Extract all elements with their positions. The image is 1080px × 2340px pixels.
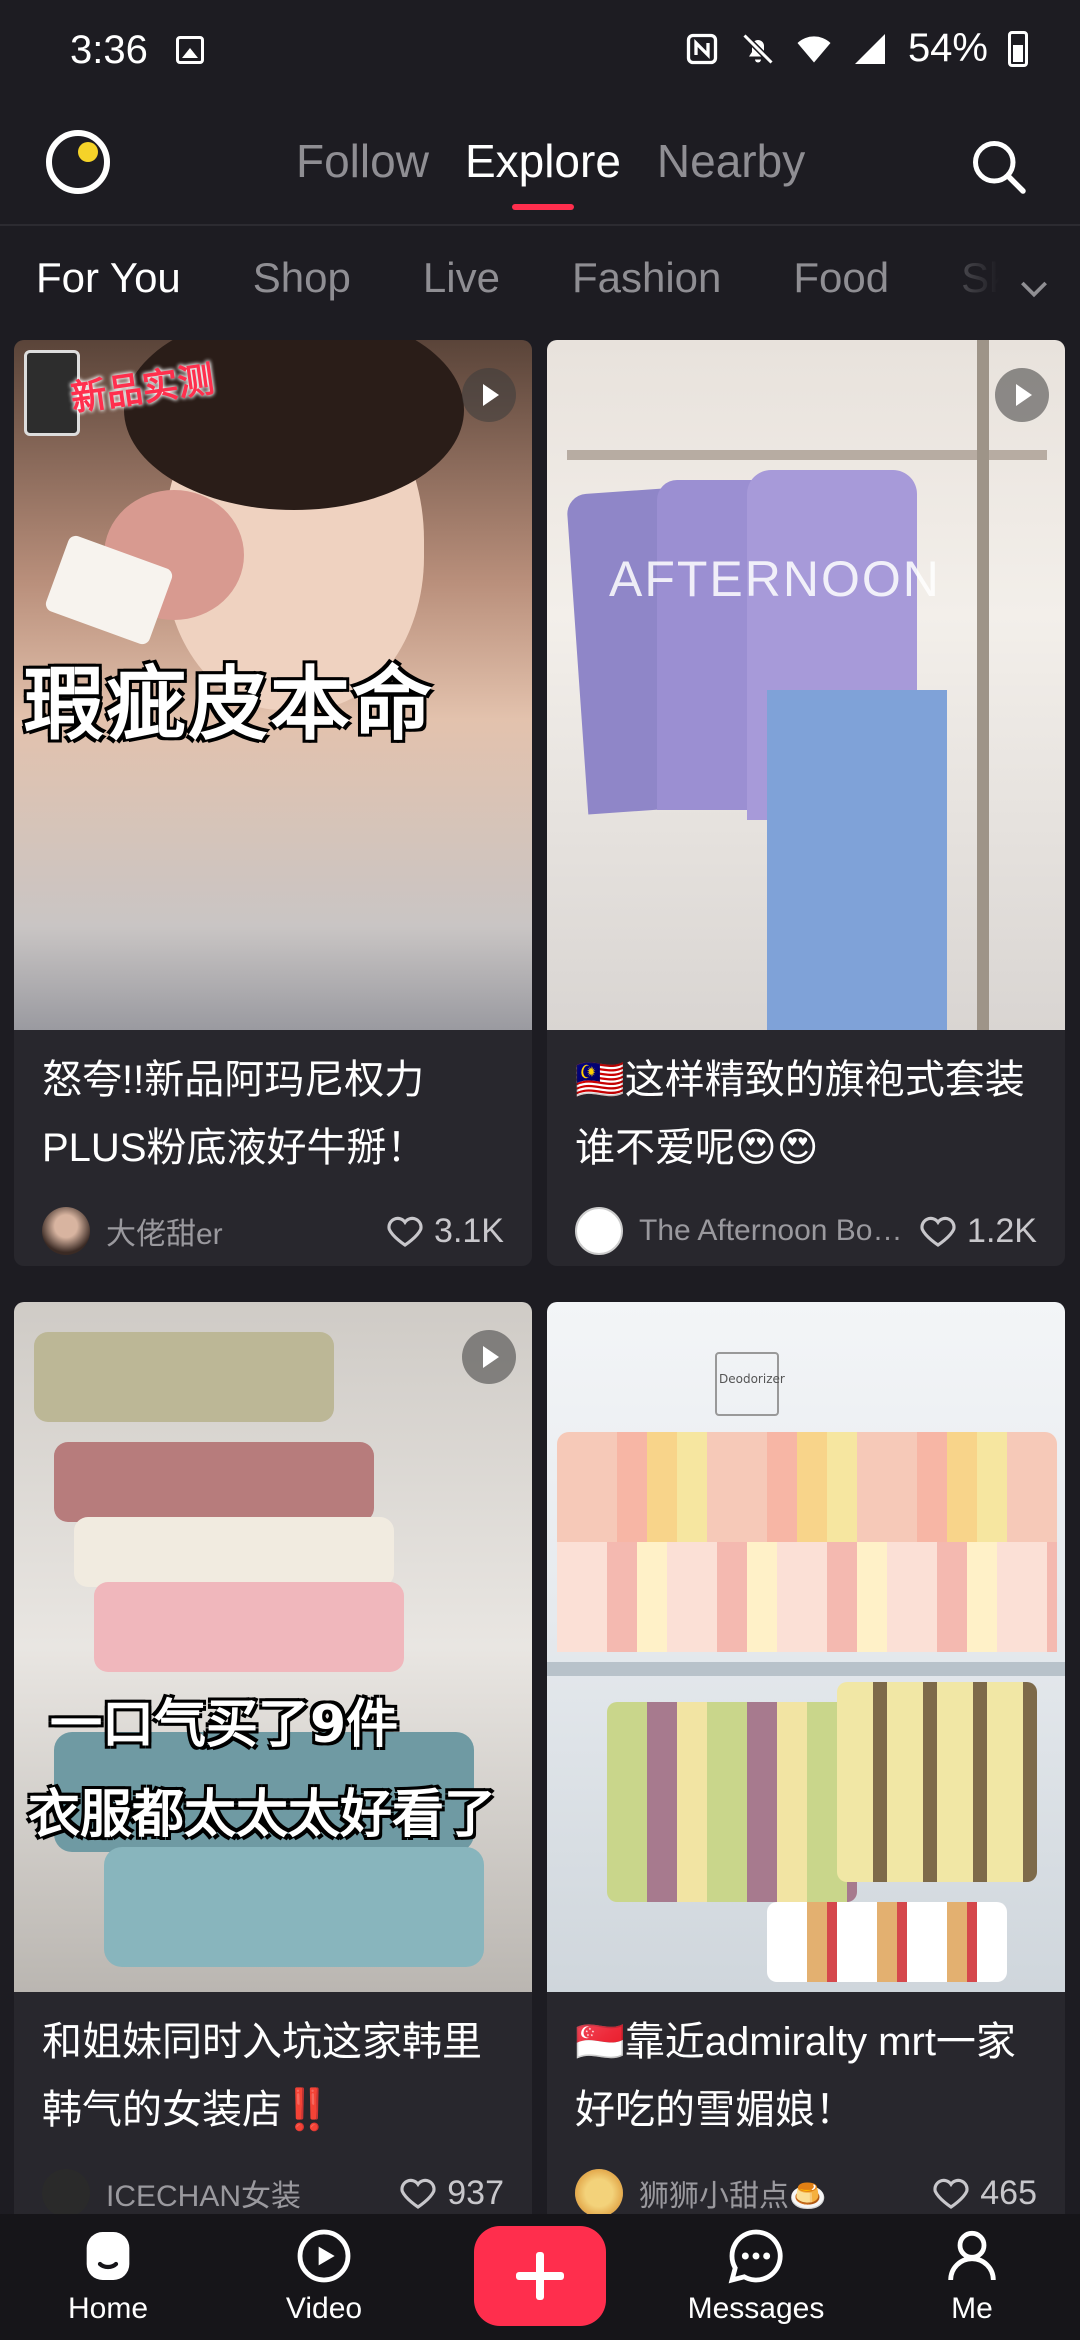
category-fashion[interactable]: Fashion [572,254,721,302]
like-button[interactable]: 3.1K [384,1210,504,1252]
category-shop[interactable]: Shop [253,254,351,302]
post-overlay-text: AFTERNOON [609,551,941,607]
avatar[interactable] [575,1207,623,1255]
category-bar: For You Shop Live Fashion Food Sk [0,254,1080,324]
avatar[interactable] [42,2169,90,2214]
post-title[interactable]: 🇲🇾这样精致的旗袍式套装谁不爱呢😍😍 [547,1030,1065,1182]
video-play-icon [462,1330,516,1384]
like-count: 465 [980,2173,1037,2212]
nav-divider [0,224,1080,226]
post-author[interactable]: 大佬甜er [106,1209,372,1253]
heart-icon [387,1216,423,1247]
chevron-down-icon[interactable] [1014,268,1054,308]
nav-home-label: Home [67,2292,149,2325]
category-for-you[interactable]: For You [36,254,181,302]
post-card[interactable]: AFTERNOON 🇲🇾这样精致的旗袍式套装谁不爱呢😍😍 The Afterno… [547,340,1065,1266]
post-thumbnail[interactable]: Deodorizer [547,1302,1065,1992]
post-overlay-text-2: 衣服都太太太好看了 [28,1785,497,1845]
heart-icon [933,2178,969,2209]
image-notification-icon [176,36,204,64]
nav-home[interactable]: Home [38,2224,178,2326]
chat-bubble-icon [728,2229,783,2284]
heart-icon [920,1216,956,1247]
nfc-icon [686,33,718,64]
home-icon [86,2232,130,2280]
post-meta: 大佬甜er 3.1K [14,1182,532,1266]
post-feed: 新品实测 瑕疵皮本命 怒夸!!新品阿玛尼权力PLUS粉底液好牛掰！ 大佬甜er … [0,340,1080,2214]
video-icon [297,2229,351,2283]
post-overlay-text-2: 瑕疵皮本命 [24,658,434,751]
post-meta: ICECHAN女装 937 [14,2144,532,2214]
avatar[interactable] [575,2169,623,2214]
nav-me[interactable]: Me [902,2224,1042,2326]
post-card[interactable]: 新品实测 瑕疵皮本命 怒夸!!新品阿玛尼权力PLUS粉底液好牛掰！ 大佬甜er … [14,340,532,1266]
category-food[interactable]: Food [793,254,889,302]
post-meta: The Afternoon Bout... 1.2K [547,1182,1065,1266]
post-author[interactable]: The Afternoon Bout... [639,1214,905,1248]
like-count: 3.1K [434,1211,504,1250]
video-play-icon [462,368,516,422]
status-bar: 3:36 54% [0,0,1080,100]
mute-icon [742,32,774,65]
post-thumbnail[interactable]: 一口气买了9件 衣服都太太太好看了 [14,1302,532,1992]
post-title[interactable]: 和姐妹同时入坑这家韩里韩气的女装店‼️ [14,1992,532,2144]
post-title[interactable]: 怒夸!!新品阿玛尼权力PLUS粉底液好牛掰！ [14,1030,532,1182]
tab-follow[interactable]: Follow [296,134,429,188]
battery-percent: 54% [907,26,988,70]
like-button[interactable]: 465 [930,2172,1037,2214]
post-overlay-text: 一口气买了9件 [50,1695,399,1755]
post-card[interactable]: 一口气买了9件 衣服都太太太好看了 和姐妹同时入坑这家韩里韩气的女装店‼️ IC… [14,1302,532,2214]
nav-video-label: Video [285,2292,363,2325]
tab-explore[interactable]: Explore [465,134,621,210]
post-thumbnail[interactable]: 新品实测 瑕疵皮本命 [14,340,532,1030]
app-logo-icon[interactable] [46,130,110,194]
wifi-icon [797,35,831,62]
feed-tabs: Follow Explore Nearby [296,134,805,210]
profile-icon [948,2230,996,2281]
nav-messages[interactable]: Messages [686,2224,826,2326]
battery-icon [1008,30,1028,67]
bottom-nav: Home Video Messages Me [0,2214,1080,2340]
like-button[interactable]: 937 [397,2172,504,2214]
like-count: 1.2K [967,1211,1037,1250]
post-overlay-text: Deodorizer [719,1372,785,1386]
create-post-button[interactable] [474,2226,606,2326]
post-meta: 狮狮小甜点🍮 465 [547,2144,1065,2214]
signal-icon [854,33,885,64]
post-title[interactable]: 🇸🇬靠近admiralty mrt一家好吃的雪媚娘！ [547,1992,1065,2144]
avatar[interactable] [42,1207,90,1255]
nav-messages-label: Messages [687,2292,825,2325]
search-icon[interactable] [968,136,1028,196]
post-author[interactable]: 狮狮小甜点🍮 [639,2171,918,2214]
tab-nearby[interactable]: Nearby [657,134,805,188]
like-button[interactable]: 1.2K [917,1210,1037,1252]
nav-video[interactable]: Video [254,2224,394,2326]
category-live[interactable]: Live [423,254,500,302]
video-play-icon [995,368,1049,422]
post-author[interactable]: ICECHAN女装 [106,2171,385,2214]
like-count: 937 [447,2173,504,2212]
status-time: 3:36 [70,28,148,72]
post-card[interactable]: Deodorizer 🇸🇬靠近admiralty mrt一家好吃的雪媚娘！ 狮狮… [547,1302,1065,2214]
heart-icon [400,2178,436,2209]
top-nav: Follow Explore Nearby [0,110,1080,220]
nav-me-label: Me [951,2292,993,2325]
post-thumbnail[interactable]: AFTERNOON [547,340,1065,1030]
status-icons: 54% [684,26,1028,71]
